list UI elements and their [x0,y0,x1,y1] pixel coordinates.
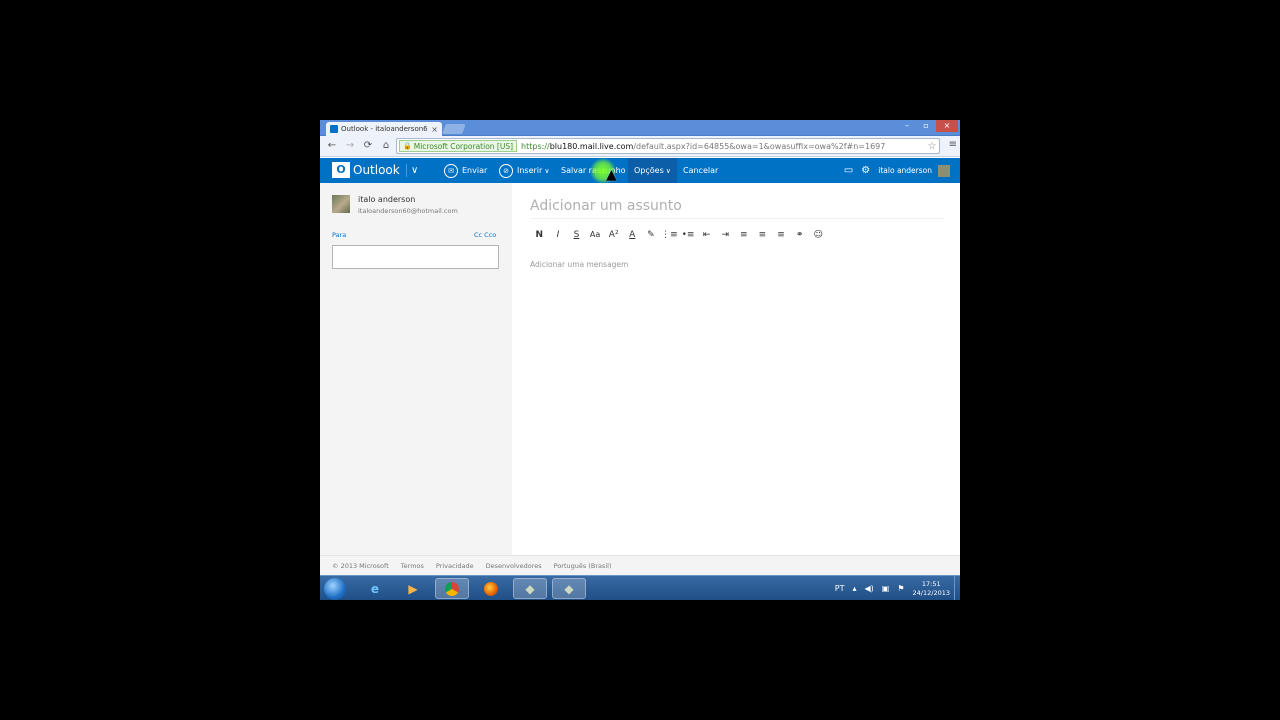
chrome-icon[interactable] [435,578,469,599]
font-color-button[interactable]: A [623,228,642,242]
url-text: https://blu180.mail.live.com/default.asp… [521,142,925,151]
show-desktop-button[interactable] [954,576,960,600]
terms-link[interactable]: Termos [401,562,424,570]
send-button[interactable]: ✉ Enviar [444,158,487,183]
sender-email: italoanderson60@hotmail.com [358,207,458,215]
minimize-button[interactable]: – [898,120,916,132]
windows-taskbar: e ▶ ◆ ◆ PT ▴ ◀) ▣ ⚑ 17:51 24/12/2013 [320,575,960,600]
forward-icon[interactable]: → [342,138,358,154]
paperclip-icon: ⊘ [499,163,513,178]
outlook-favicon-icon [330,125,338,133]
font-size-button[interactable]: Aa [586,228,605,242]
formatting-toolbar: N I S Aa A² A ✎ ⋮≡ •≡ ⇤ ⇥ ≡ ≡ ≡ ⚭ ☺ [530,228,828,242]
to-label[interactable]: Para [332,231,346,239]
increase-indent-icon[interactable]: ⇥ [716,228,735,242]
privacy-link[interactable]: Privacidade [436,562,474,570]
browser-toolbar: ← → ⟳ ⌂ 🔒 Microsoft Corporation [US] htt… [320,136,960,157]
mouse-cursor-icon: ▲ [606,167,617,183]
clock-time: 17:51 [921,579,941,588]
bookmark-star-icon[interactable]: ☆ [925,141,939,152]
new-tab-button[interactable] [442,124,466,134]
address-bar[interactable]: 🔒 Microsoft Corporation [US] https://blu… [396,138,940,154]
firefox-icon[interactable] [474,578,508,599]
compose-main: N I S Aa A² A ✎ ⋮≡ •≡ ⇤ ⇥ ≡ ≡ ≡ ⚭ ☺ Adic… [512,183,960,555]
action-center-flag-icon[interactable]: ⚑ [897,584,904,593]
start-button[interactable] [324,578,346,600]
clock[interactable]: 17:51 24/12/2013 [913,580,950,598]
emoticon-icon[interactable]: ☺ [809,228,828,242]
tab-close-icon[interactable]: × [431,125,438,134]
browser-title-bar: Outlook - italoanderson6 × – ▫ × [320,120,960,136]
cancel-button[interactable]: Cancelar [683,158,718,183]
app-icon[interactable]: ◆ [513,578,547,599]
header-right: ▭ ⚙ italo anderson [844,158,950,183]
lock-icon: 🔒 [403,142,412,150]
reload-icon[interactable]: ⟳ [360,138,376,154]
copyright-text: © 2013 Microsoft [332,561,389,570]
outlook-command-bar: O Outlook ∨ ✉ Enviar ⊘ Inserir ∨ Salvar … [320,158,960,183]
network-icon[interactable]: ▣ [882,584,890,593]
bold-button[interactable]: N [530,228,549,242]
options-label: Opções [634,166,664,175]
developers-link[interactable]: Desenvolvedores [486,562,542,570]
internet-explorer-icon[interactable]: e [358,578,392,599]
browser-tab[interactable]: Outlook - italoanderson6 × [326,122,442,136]
language-indicator[interactable]: PT [835,584,845,593]
align-right-icon[interactable]: ≡ [772,228,791,242]
messenger-icon[interactable]: ▭ [844,165,853,176]
insert-label: Inserir [517,166,543,175]
chevron-down-icon: ∨ [544,166,550,175]
cancel-label: Cancelar [683,166,719,175]
url-scheme: https:// [521,141,550,151]
link-icon[interactable]: ⚭ [790,228,809,242]
insert-button[interactable]: ⊘ Inserir ∨ [499,158,549,183]
ev-certificate-badge[interactable]: 🔒 Microsoft Corporation [US] [399,140,518,152]
user-name[interactable]: italo anderson [878,166,932,175]
bullet-list-icon[interactable]: •≡ [679,228,698,242]
url-host: blu180.mail.live.com [549,141,634,151]
send-icon: ✉ [444,163,458,178]
grow-font-button[interactable]: A² [604,228,623,242]
volume-icon[interactable]: ◀) [865,584,874,593]
chevron-down-icon: ∨ [665,166,671,175]
browser-menu-icon[interactable]: ≡ [949,139,957,150]
restore-button[interactable]: ▫ [917,120,935,132]
user-avatar[interactable] [938,164,950,177]
italic-button[interactable]: I [549,228,568,242]
compose-recipients-pane: italo anderson italoanderson60@hotmail.c… [320,183,512,555]
app-icon-2[interactable]: ◆ [552,578,586,599]
cc-bcc-link[interactable]: Cc Cco [474,231,496,239]
outlook-logo[interactable]: O Outlook [332,162,400,178]
to-input[interactable] [332,245,499,269]
sender-avatar [332,195,350,213]
options-button[interactable]: Opções ∨ [628,158,677,183]
close-window-button[interactable]: × [936,120,958,132]
home-icon[interactable]: ⌂ [378,138,394,154]
highlight-icon[interactable]: ✎ [642,228,661,242]
underline-button[interactable]: S [567,228,586,242]
screen: Outlook - italoanderson6 × – ▫ × ← → ⟳ ⌂… [320,120,960,600]
gear-icon[interactable]: ⚙ [861,165,870,176]
send-label: Enviar [462,166,488,175]
back-icon[interactable]: ← [324,138,340,154]
tray-expand-icon[interactable]: ▴ [853,584,857,593]
numbered-list-icon[interactable]: ⋮≡ [660,228,679,242]
ev-badge-label: Microsoft Corporation [US] [413,141,514,151]
message-body-placeholder[interactable]: Adicionar uma mensagem [530,260,628,269]
align-center-icon[interactable]: ≡ [753,228,772,242]
subject-input[interactable] [530,193,944,219]
language-link[interactable]: Português (Brasil) [554,562,612,570]
system-tray: PT ▴ ◀) ▣ ⚑ 17:51 24/12/2013 [835,576,950,600]
page-footer: © 2013 Microsoft Termos Privacidade Dese… [320,555,960,575]
sender-name: italo anderson [358,195,416,204]
outlook-logo-icon: O [332,162,350,178]
clock-date: 24/12/2013 [912,588,950,597]
align-left-icon[interactable]: ≡ [735,228,754,242]
outlook-logo-text: Outlook [353,163,400,177]
tab-title: Outlook - italoanderson6 [341,125,428,133]
decrease-indent-icon[interactable]: ⇤ [697,228,716,242]
app-switcher-chevron-icon[interactable]: ∨ [406,164,418,177]
url-path: /default.aspx?id=64855&owa=1&owasuffix=o… [633,141,886,151]
media-player-icon[interactable]: ▶ [396,578,430,599]
